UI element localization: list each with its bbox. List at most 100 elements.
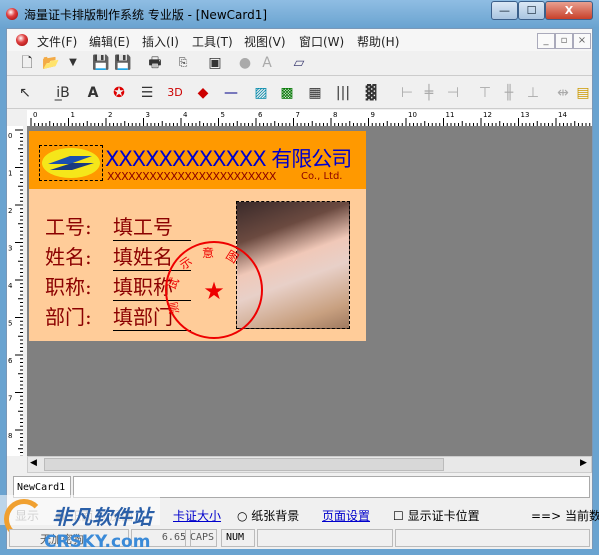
ruler-label: 5 bbox=[221, 111, 225, 119]
menu-view[interactable]: 视图(V) bbox=[244, 33, 286, 50]
maximize-button[interactable]: ☐ bbox=[518, 1, 545, 20]
properties-icon[interactable]: ▤ bbox=[573, 83, 593, 103]
vruler-label: 6 bbox=[8, 357, 13, 365]
ruler-label: 8 bbox=[333, 111, 337, 119]
ruler-label: 7 bbox=[296, 111, 300, 119]
vruler-label: 3 bbox=[8, 245, 12, 253]
ruler-label: 10 bbox=[408, 111, 417, 119]
lines-icon[interactable]: ☰ bbox=[137, 83, 157, 103]
ruler-label: 6 bbox=[258, 111, 263, 119]
mdi-minimize-button[interactable]: _ bbox=[537, 33, 555, 49]
company-name[interactable]: XXXXXXXXXXXX 有限公司 bbox=[105, 143, 352, 173]
label-id[interactable]: 工号: bbox=[45, 211, 92, 240]
align-top-icon[interactable]: ⊤ bbox=[475, 83, 495, 103]
label-name[interactable]: 姓名: bbox=[45, 241, 92, 270]
label-dept[interactable]: 部门: bbox=[45, 301, 92, 330]
watermark-text: 非凡软件站 bbox=[52, 505, 152, 529]
company-english[interactable]: XXXXXXXXXXXXXXXXXXXXXXXX bbox=[107, 170, 276, 183]
star-icon: ★ bbox=[203, 277, 225, 305]
vruler-label: 2 bbox=[8, 207, 12, 215]
show-position-label: 显示证卡位置 bbox=[407, 509, 480, 523]
logo[interactable] bbox=[39, 145, 103, 181]
print-setup-icon[interactable]: ⎘ bbox=[173, 53, 193, 73]
vruler-label: 1 bbox=[8, 170, 12, 178]
show-position-checkbox[interactable]: ☐ 显示证卡位置 bbox=[393, 507, 480, 524]
align-center-icon[interactable]: ╪ bbox=[419, 83, 439, 103]
vruler-label: 4 bbox=[8, 282, 13, 290]
photo-icon[interactable]: ▩ bbox=[277, 83, 297, 103]
status-panel bbox=[257, 529, 393, 547]
menu-window[interactable]: 窗口(W) bbox=[299, 33, 344, 50]
scroll-thumb[interactable] bbox=[44, 458, 444, 471]
shape-icon[interactable]: ● bbox=[235, 53, 255, 73]
save-as-icon[interactable]: 💾 bbox=[113, 53, 133, 73]
print-icon[interactable]: 🖶 bbox=[145, 53, 165, 73]
watermark: 非凡软件站 bbox=[0, 495, 160, 539]
company-suffix[interactable]: Co., Ltd. bbox=[301, 171, 342, 182]
close-button[interactable]: X bbox=[545, 1, 593, 20]
align-right-icon[interactable]: ⊣ bbox=[443, 83, 463, 103]
line-icon[interactable]: — bbox=[221, 83, 241, 103]
card-icon[interactable]: ▱ bbox=[289, 53, 309, 73]
ruler-label: 12 bbox=[483, 111, 492, 119]
ruler-label: 9 bbox=[371, 111, 375, 119]
text-box-icon[interactable]: i̲B bbox=[53, 83, 73, 103]
label-title[interactable]: 职称: bbox=[45, 271, 92, 300]
menu-insert[interactable]: 插入(I) bbox=[142, 33, 179, 50]
ruler-label: 4 bbox=[183, 111, 188, 119]
current-count-label: ==> 当前数 bbox=[531, 509, 599, 523]
mdi-restore-button[interactable]: ▫ bbox=[555, 33, 573, 49]
horizontal-scrollbar[interactable]: ◀ ▶ bbox=[27, 456, 592, 473]
design-canvas[interactable]: XXXXXXXXXXXX 有限公司 XXXXXXXXXXXXXXXXXXXXXX… bbox=[27, 126, 592, 456]
ruler-label: 1 bbox=[71, 111, 75, 119]
stamp-icon[interactable]: ✪ bbox=[109, 83, 129, 103]
window-title: 海量证卡排版制作系统 专业版 - [NewCard1] bbox=[24, 8, 268, 22]
menu-file[interactable]: 文件(F) bbox=[37, 33, 77, 50]
status-num: NUM bbox=[221, 529, 255, 547]
distribute-icon[interactable]: ⇹ bbox=[553, 83, 573, 103]
menu-tools[interactable]: 工具(T) bbox=[192, 33, 233, 50]
paper-bg-label: 纸张背景 bbox=[251, 509, 300, 523]
image-icon[interactable]: ▨ bbox=[251, 83, 271, 103]
new-icon[interactable]: 🗋 bbox=[17, 53, 37, 73]
text-icon[interactable]: A bbox=[83, 83, 103, 103]
status-panel-2 bbox=[395, 529, 590, 547]
text-style-icon[interactable]: A bbox=[257, 53, 277, 73]
value-id[interactable]: 填工号 bbox=[113, 211, 191, 241]
page-setup-link[interactable]: 页面设置 bbox=[322, 507, 370, 524]
doc-icon[interactable] bbox=[16, 34, 28, 46]
scroll-right-icon[interactable]: ▶ bbox=[580, 458, 587, 468]
ruler-label: 14 bbox=[558, 111, 567, 119]
card-size-link[interactable]: 卡证大小 bbox=[173, 507, 221, 524]
qrcode-icon[interactable]: ▓ bbox=[361, 83, 381, 103]
scroll-left-icon[interactable]: ◀ bbox=[30, 458, 37, 468]
vruler-label: 8 bbox=[8, 432, 12, 440]
menu-edit[interactable]: 编辑(E) bbox=[89, 33, 130, 50]
align-bottom-icon[interactable]: ⊥ bbox=[523, 83, 543, 103]
preview-icon[interactable]: ▣ bbox=[205, 53, 225, 73]
ruler-label: 13 bbox=[521, 111, 530, 119]
ruler-label: 0 bbox=[33, 111, 37, 119]
3d-text-icon[interactable]: 3D bbox=[165, 83, 185, 103]
barcode-icon[interactable]: ||| bbox=[333, 83, 353, 103]
vruler-label: 0 bbox=[8, 132, 12, 140]
paper-bg-radio[interactable]: ○ 纸张背景 bbox=[237, 507, 299, 524]
align-left-icon[interactable]: ⊢ bbox=[397, 83, 417, 103]
table-icon[interactable]: ▦ bbox=[305, 83, 325, 103]
save-icon[interactable]: 💾 bbox=[91, 53, 111, 73]
mdi-close-button[interactable]: × bbox=[573, 33, 591, 49]
stamp[interactable]: 测试示意图 ★ bbox=[163, 239, 265, 341]
menu-help[interactable]: 帮助(H) bbox=[357, 33, 399, 50]
dropdown-icon[interactable]: ▼ bbox=[63, 53, 83, 73]
menu-bar: 文件(F) 编辑(E) 插入(I) 工具(T) 视图(V) 窗口(W) 帮助(H… bbox=[7, 29, 592, 51]
open-icon[interactable]: 📂 bbox=[41, 53, 61, 73]
vruler-label: 5 bbox=[8, 320, 12, 328]
status-caps: CAPS bbox=[185, 529, 217, 547]
minimize-button[interactable]: — bbox=[491, 1, 518, 20]
shapes-icon[interactable]: ◆ bbox=[193, 83, 213, 103]
id-card[interactable]: XXXXXXXXXXXX 有限公司 XXXXXXXXXXXXXXXXXXXXXX… bbox=[29, 131, 366, 341]
pointer-icon[interactable]: ↖ bbox=[15, 83, 35, 103]
align-middle-icon[interactable]: ╫ bbox=[499, 83, 519, 103]
drawing-toolbar: ↖ i̲B A ✪ ☰ 3D ◆ — ▨ ▩ ▦ ||| ▓ ⊢ ╪ ⊣ ⊤ ╫… bbox=[7, 77, 592, 109]
vertical-ruler: 0 1 2 3 4 5 6 7 8 bbox=[7, 126, 23, 465]
